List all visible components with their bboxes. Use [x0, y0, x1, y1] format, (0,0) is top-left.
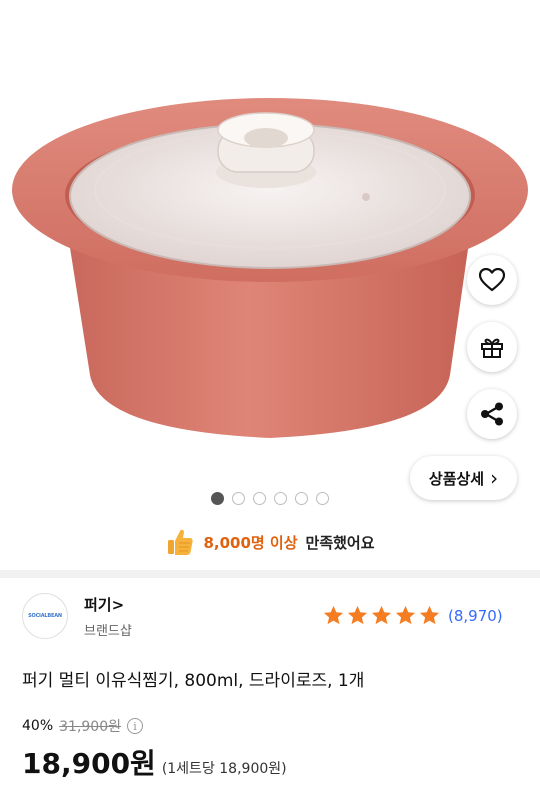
info-icon[interactable]: i: [127, 718, 143, 734]
gallery-pagination: [0, 492, 540, 505]
product-detail-label: 상품상세: [428, 469, 485, 488]
chevron-right-icon: ›: [490, 466, 499, 490]
star-icon: [347, 605, 368, 625]
steamer-pot-illustration: [12, 98, 528, 438]
heart-icon: [479, 268, 505, 292]
star-icon: [419, 605, 440, 625]
share-icon: [481, 402, 503, 426]
gallery-dot[interactable]: [295, 492, 308, 505]
gallery-dot[interactable]: [232, 492, 245, 505]
discount-row: 40% 31,900원 i: [22, 716, 143, 736]
chevron-right-icon: >: [111, 596, 125, 614]
product-image[interactable]: [0, 0, 540, 470]
brand-link[interactable]: 퍼기>: [84, 594, 124, 615]
brand-logo[interactable]: SOCIALBEAN: [22, 593, 68, 639]
share-button[interactable]: [467, 389, 517, 439]
thumbs-up-icon: [168, 529, 194, 555]
product-title: 퍼기 멀티 이유식찜기, 800ml, 드라이로즈, 1개: [22, 671, 365, 691]
rating[interactable]: (8,970): [322, 604, 503, 627]
wishlist-button[interactable]: [467, 255, 517, 305]
satisfaction-banner: 8,000명 이상 만족했어요: [0, 524, 540, 560]
satisfaction-count: 8,000명 이상: [203, 533, 298, 552]
brand-shop-label: 브랜드샵: [84, 624, 132, 639]
sale-price: 18,900원: [22, 747, 156, 780]
gift-button[interactable]: [467, 322, 517, 372]
star-icon: [395, 605, 416, 625]
unit-price: (1세트당 18,900원): [161, 761, 287, 777]
brand-logo-text: SOCIALBEAN: [28, 613, 62, 619]
review-count[interactable]: (8,970): [448, 607, 503, 625]
section-divider: [0, 570, 540, 578]
gallery-dot[interactable]: [253, 492, 266, 505]
discount-rate: 40%: [22, 718, 54, 734]
gallery-dot[interactable]: [316, 492, 329, 505]
gallery-dot[interactable]: [211, 492, 224, 505]
star-icon: [323, 605, 344, 625]
brand-name: 퍼기: [84, 596, 112, 614]
gallery-dot[interactable]: [274, 492, 287, 505]
original-price: 31,900원: [59, 719, 121, 735]
gift-icon: [481, 338, 503, 358]
star-icon: [371, 605, 392, 625]
price-row: 18,900원 (1세트당 18,900원): [22, 742, 287, 782]
satisfaction-text: 만족했어요: [305, 533, 375, 552]
